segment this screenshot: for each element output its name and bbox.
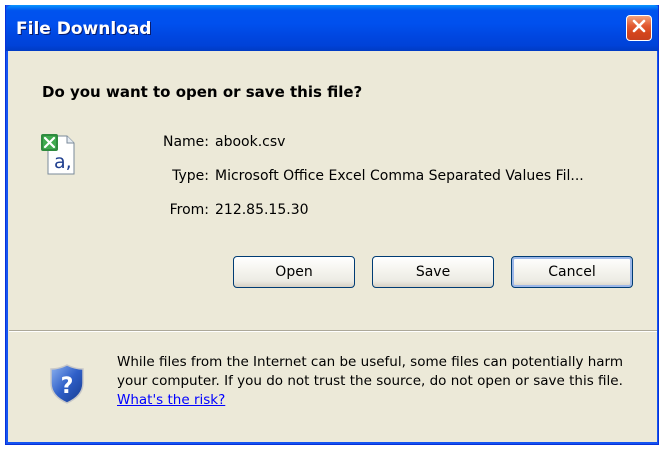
file-name-value: abook.csv [215, 134, 286, 150]
close-button[interactable] [626, 15, 652, 41]
close-icon [631, 18, 647, 38]
cancel-button[interactable]: Cancel [511, 256, 633, 288]
section-divider-highlight [9, 331, 657, 332]
file-source-row: From: 212.85.15.30 [9, 202, 657, 222]
dialog-question: Do you want to open or save this file? [42, 83, 363, 101]
save-button[interactable]: Save [372, 256, 494, 288]
file-download-dialog: File Download Do you want to open or sav… [5, 5, 659, 445]
file-type-label: Type: [172, 168, 209, 184]
window-title: File Download [16, 19, 152, 39]
dialog-content: Do you want to open or save this file? a… [9, 51, 657, 442]
security-warning: While files from the Internet can be use… [117, 353, 647, 410]
svg-text:?: ? [61, 374, 74, 399]
file-type-row: Type: Microsoft Office Excel Comma Separ… [9, 168, 657, 188]
security-shield-question-icon: ? [49, 363, 85, 405]
page: File Download Do you want to open or sav… [0, 0, 664, 450]
file-type-value: Microsoft Office Excel Comma Separated V… [215, 168, 584, 184]
file-name-row: Name: abook.csv [9, 134, 657, 154]
file-source-label: From: [169, 202, 209, 218]
title-bar[interactable]: File Download [6, 5, 658, 51]
whats-the-risk-link[interactable]: What's the risk? [117, 392, 225, 408]
open-button[interactable]: Open [233, 256, 355, 288]
file-name-label: Name: [162, 134, 209, 150]
file-source-value: 212.85.15.30 [215, 202, 309, 218]
security-warning-text: While files from the Internet can be use… [117, 354, 624, 389]
